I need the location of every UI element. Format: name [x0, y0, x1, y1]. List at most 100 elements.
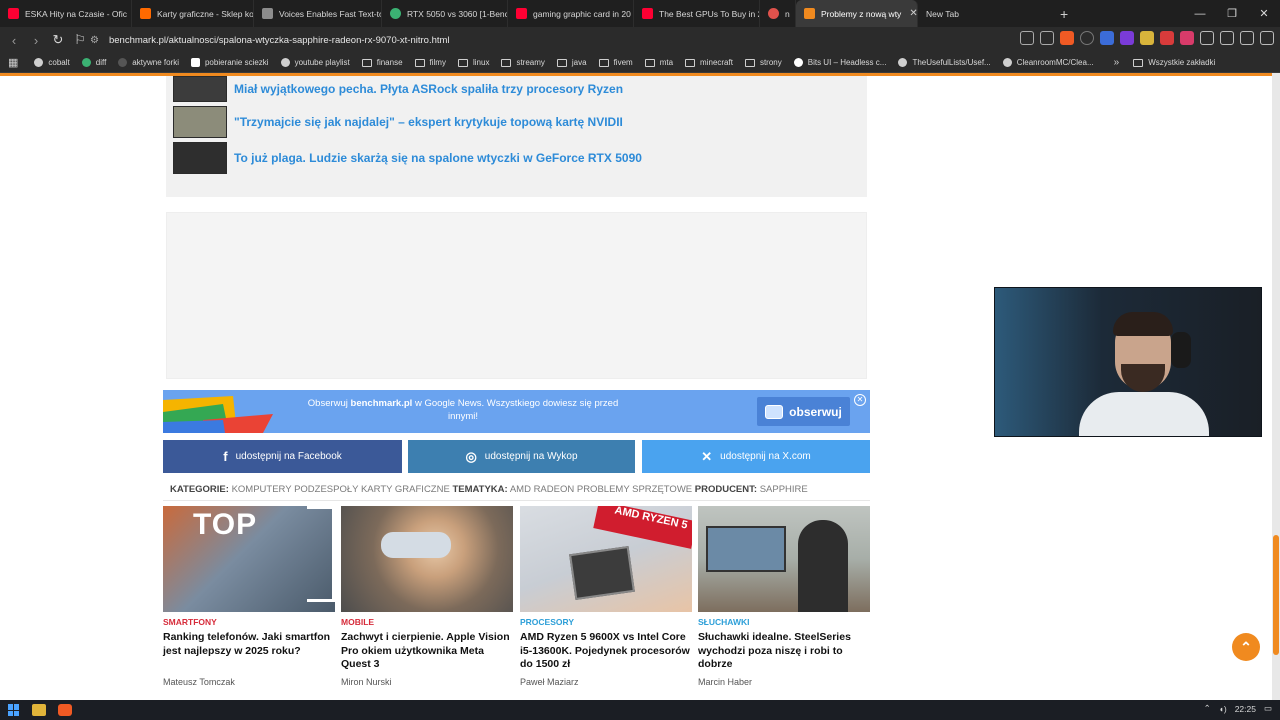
volume-icon[interactable]: ◖)	[1219, 704, 1227, 714]
windows-start-icon[interactable]	[8, 704, 20, 716]
tab-1[interactable]: ESKA Hity na Czasie - Ofic	[0, 0, 132, 27]
clock[interactable]: 22:25	[1235, 704, 1256, 714]
brave-browser-icon[interactable]	[58, 704, 72, 716]
related-article[interactable]: To już plaga. Ludzie skarżą się na spalo…	[173, 142, 642, 174]
brave-shield-icon[interactable]	[1060, 31, 1074, 45]
extension-icon[interactable]	[1100, 31, 1114, 45]
tab-active[interactable]: Problemy z nową wty ✕	[796, 0, 918, 27]
tab-6[interactable]: The Best GPUs To Buy in 2	[634, 0, 760, 27]
bookmark-folder[interactable]: mta	[644, 58, 673, 67]
related-article-title[interactable]: To już plaga. Ludzie skarżą się na spalo…	[234, 151, 642, 165]
bookmark-item[interactable]: aktywne forki	[118, 58, 179, 67]
bookmark-icon[interactable]: ⚐	[70, 32, 90, 48]
article-card[interactable]: AMD RYZEN 5 PROCESORY AMD Ryzen 5 9600X …	[520, 506, 692, 687]
card-title[interactable]: Zachwyt i cierpienie. Apple Vision Pro o…	[341, 631, 513, 672]
back-icon[interactable]: ‹	[4, 33, 24, 48]
close-icon[interactable]: ✕	[909, 8, 917, 19]
card-category[interactable]: MOBILE	[341, 617, 513, 627]
extension-icon[interactable]	[1160, 31, 1174, 45]
bookmark-folder[interactable]: finanse	[361, 58, 403, 67]
scrollbar-thumb[interactable]	[1273, 535, 1279, 655]
tag-link[interactable]: KARTY GRAFICZNE	[361, 484, 450, 495]
bookmark-folder[interactable]: java	[556, 58, 587, 67]
site-info-icon[interactable]: ⚙	[90, 35, 99, 46]
card-title[interactable]: AMD Ryzen 5 9600X vs Intel Core i5-13600…	[520, 631, 692, 672]
menu-icon[interactable]	[1260, 31, 1274, 45]
card-title[interactable]: Ranking telefonów. Jaki smartfon jest na…	[163, 631, 335, 658]
scroll-to-top-button[interactable]: ⌃	[1232, 633, 1260, 661]
bookmark-item[interactable]: TheUsefulLists/Usef...	[898, 58, 991, 67]
media-icon[interactable]	[1240, 31, 1254, 45]
article-card[interactable]: TOP SMARTFONY Ranking telefonów. Jaki sm…	[163, 506, 335, 687]
related-article[interactable]: "Trzymajcie się jak najdalej" – ekspert …	[173, 106, 623, 138]
bookmark-folder[interactable]: minecraft	[685, 58, 733, 67]
url-field[interactable]: ⚙ benchmark.pl/aktualnosci/spalona-wtycz…	[90, 31, 990, 49]
reload-icon[interactable]: ↻	[48, 32, 68, 48]
sidebar-icon[interactable]	[1220, 31, 1234, 45]
chevron-up-icon[interactable]: ⌃	[1204, 703, 1211, 714]
apps-grid-icon[interactable]: ▦	[8, 56, 18, 69]
tab-2[interactable]: Karty graficzne - Sklep kor	[132, 0, 254, 27]
chevron-right-icon[interactable]: »	[1114, 57, 1120, 68]
bookmark-item[interactable]: pobieranie sciezki	[190, 58, 269, 67]
card-category[interactable]: SMARTFONY	[163, 617, 335, 627]
related-article-title[interactable]: Miał wyjątkowego pecha. Płyta ASRock spa…	[234, 82, 623, 96]
close-window-icon[interactable]: ✕	[1248, 7, 1280, 20]
tag-link[interactable]: PODZESPOŁY	[294, 484, 358, 495]
extension-icon[interactable]	[1120, 31, 1134, 45]
reader-icon[interactable]	[1020, 31, 1034, 45]
article-card[interactable]: MOBILE Zachwyt i cierpienie. Apple Visio…	[341, 506, 513, 687]
extension-icon[interactable]	[1180, 31, 1194, 45]
bookmark-folder[interactable]: filmy	[414, 58, 446, 67]
bookmark-folder[interactable]: streamy	[501, 58, 545, 67]
restore-icon[interactable]: ❐	[1216, 7, 1248, 20]
extension-icon[interactable]	[1140, 31, 1154, 45]
tab-5[interactable]: gaming graphic card in 20	[508, 0, 634, 27]
article-image[interactable]	[341, 506, 513, 612]
new-tab-button[interactable]: +	[1060, 6, 1068, 22]
extensions-puzzle-icon[interactable]	[1200, 31, 1214, 45]
related-article-title[interactable]: "Trzymajcie się jak najdalej" – ekspert …	[234, 115, 623, 129]
bookmark-item[interactable]: youtube playlist	[280, 58, 350, 67]
card-title[interactable]: Słuchawki idealne. SteelSeries wychodzi …	[698, 631, 870, 672]
share-x-button[interactable]: ✕ udostępnij na X.com	[642, 440, 870, 473]
scrollbar[interactable]	[1272, 73, 1280, 700]
tab-4[interactable]: RTX 5050 vs 3060 [1-Bench	[382, 0, 508, 27]
tab-new[interactable]: New Tab	[918, 0, 1048, 27]
card-category[interactable]: PROCESORY	[520, 617, 692, 627]
close-icon[interactable]: ✕	[854, 394, 866, 406]
bookmark-item[interactable]: CleanroomMC/Clea...	[1002, 58, 1094, 67]
article-image[interactable]	[698, 506, 870, 612]
share-facebook-button[interactable]: f udostępnij na Facebook	[163, 440, 402, 473]
bookmark-item[interactable]: diff	[81, 58, 106, 67]
tag-link[interactable]: PROBLEMY SPRZĘTOWE	[577, 484, 692, 495]
bookmark-folder[interactable]: strony	[744, 58, 782, 67]
follow-button[interactable]: obserwuj	[757, 397, 850, 426]
bookmark-item[interactable]: Bits UI – Headless c...	[793, 58, 886, 67]
notifications-icon[interactable]: ▭	[1264, 703, 1272, 714]
article-image[interactable]: TOP	[163, 506, 335, 612]
forward-icon[interactable]: ›	[26, 33, 46, 48]
help-icon[interactable]	[1080, 31, 1094, 45]
card-author[interactable]: Marcin Haber	[698, 677, 752, 687]
bookmark-folder[interactable]: fivem	[598, 58, 633, 67]
card-category[interactable]: SŁUCHAWKI	[698, 617, 870, 627]
tag-link[interactable]: AMD RADEON	[510, 484, 574, 495]
tag-link[interactable]: KOMPUTERY	[232, 484, 292, 495]
bookmark-item[interactable]: cobalt	[34, 58, 70, 67]
bookmark-folder[interactable]: linux	[457, 58, 489, 67]
article-thumbnail[interactable]	[173, 76, 227, 102]
file-explorer-icon[interactable]	[32, 704, 46, 716]
card-author[interactable]: Miron Nurski	[341, 677, 392, 687]
minimize-icon[interactable]: —	[1184, 8, 1216, 20]
all-bookmarks[interactable]: Wszystkie zakładki	[1133, 58, 1215, 67]
tab-3[interactable]: Voices Enables Fast Text-to	[254, 0, 382, 27]
article-thumbnail[interactable]	[173, 142, 227, 174]
related-article[interactable]: Miał wyjątkowego pecha. Płyta ASRock spa…	[173, 76, 623, 102]
article-image[interactable]: AMD RYZEN 5	[520, 506, 692, 612]
share-icon[interactable]	[1040, 31, 1054, 45]
tag-link[interactable]: SAPPHIRE	[760, 484, 808, 495]
card-author[interactable]: Paweł Maziarz	[520, 677, 579, 687]
tab-7[interactable]: n	[760, 0, 796, 27]
share-wykop-button[interactable]: ◎ udostępnij na Wykop	[408, 440, 635, 473]
